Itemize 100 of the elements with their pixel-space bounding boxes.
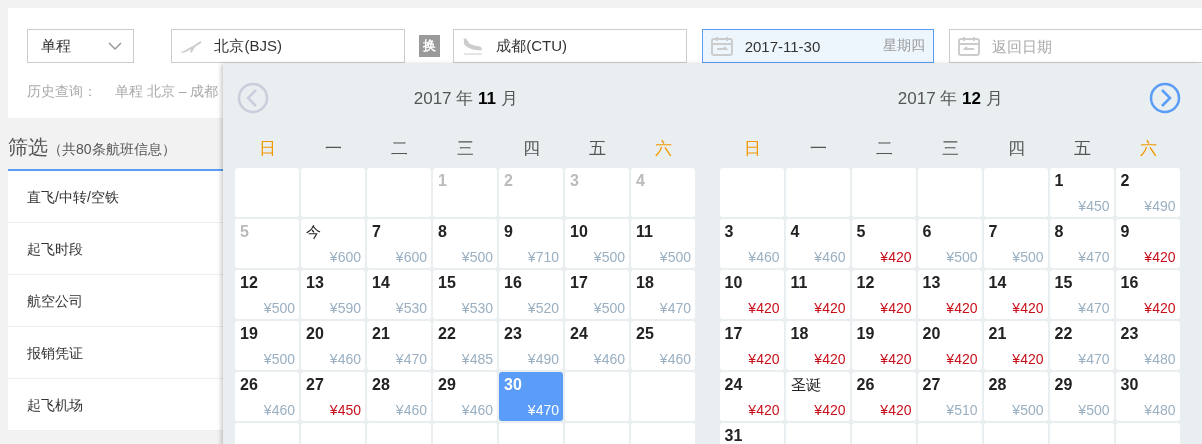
day-cell[interactable]: 圣诞 ¥420 <box>785 372 850 421</box>
day-cell[interactable]: 30 ¥480 <box>1115 372 1180 421</box>
day-cell[interactable]: 4 ¥460 <box>785 219 850 268</box>
price-label: ¥420 <box>946 300 978 316</box>
day-cell[interactable]: 25 ¥460 <box>631 321 695 370</box>
departure-city-field[interactable]: 北京(BJS) <box>171 29 405 63</box>
day-cell[interactable]: 9 ¥420 <box>1115 219 1180 268</box>
price-label: ¥710 <box>527 249 559 265</box>
day-cell[interactable]: 14 ¥420 <box>983 270 1048 319</box>
day-cell[interactable]: 27 ¥450 <box>301 372 365 421</box>
day-cell[interactable]: 18 ¥470 <box>631 270 695 319</box>
weekday-header: 三 <box>940 137 960 160</box>
price-label: ¥420 <box>748 300 780 316</box>
price-label: ¥460 <box>593 351 625 367</box>
weekday-header: 一 <box>808 137 828 160</box>
trip-type-select[interactable]: 单程 <box>27 29 135 63</box>
day-cell[interactable]: 20 ¥460 <box>301 321 365 370</box>
day-cell[interactable]: 16 ¥520 <box>499 270 563 319</box>
day-number: 8 <box>438 223 447 241</box>
price-label: ¥420 <box>880 249 912 265</box>
day-cell[interactable]: 29 ¥500 <box>1049 372 1114 421</box>
day-number: 23 <box>1120 325 1139 343</box>
day-number: 24 <box>724 376 743 394</box>
day-number: 14 <box>988 274 1007 292</box>
day-cell[interactable]: 7 ¥600 <box>367 219 431 268</box>
price-label: ¥420 <box>748 402 780 418</box>
day-cell[interactable]: 19 ¥420 <box>851 321 916 370</box>
price-label: ¥500 <box>946 249 978 265</box>
day-cell[interactable]: 15 ¥530 <box>433 270 497 319</box>
day-cell[interactable]: 2 ¥490 <box>1115 168 1180 217</box>
day-cell[interactable]: 26 ¥420 <box>851 372 916 421</box>
day-cell[interactable]: 28 ¥460 <box>367 372 431 421</box>
return-date-input[interactable]: 返回日期 <box>990 36 1194 56</box>
day-cell[interactable]: 10 ¥500 <box>565 219 629 268</box>
return-date-field[interactable]: 返回日期 <box>949 29 1202 63</box>
day-cell[interactable]: 28 ¥500 <box>983 372 1048 421</box>
day-number: 9 <box>504 223 513 241</box>
day-cell[interactable]: 23 ¥490 <box>499 321 563 370</box>
day-cell[interactable]: 3 ¥460 <box>719 219 784 268</box>
day-cell[interactable]: 17 ¥420 <box>719 321 784 370</box>
day-cell[interactable]: 24 ¥460 <box>565 321 629 370</box>
day-cell[interactable]: 15 ¥470 <box>1049 270 1114 319</box>
day-number: 28 <box>372 376 390 394</box>
day-cell[interactable]: 10 ¥420 <box>719 270 784 319</box>
day-number: 4 <box>790 223 800 241</box>
day-cell[interactable]: 26 ¥460 <box>235 372 299 421</box>
price-label: ¥480 <box>1144 351 1176 367</box>
day-cell[interactable]: 11 ¥420 <box>785 270 850 319</box>
day-number: 5 <box>856 223 866 241</box>
day-cell[interactable]: 13 ¥590 <box>301 270 365 319</box>
day-cell[interactable]: 6 ¥500 <box>917 219 982 268</box>
day-cell[interactable]: 21 ¥470 <box>367 321 431 370</box>
day-cell[interactable]: 18 ¥420 <box>785 321 850 370</box>
day-number: 10 <box>724 274 743 292</box>
price-label: ¥530 <box>461 300 493 316</box>
price-label: ¥420 <box>748 351 780 367</box>
next-month-button[interactable] <box>1149 82 1181 114</box>
price-label: ¥500 <box>593 300 625 316</box>
day-cell[interactable]: 5 ¥420 <box>851 219 916 268</box>
day-cell[interactable]: 31 <box>719 423 784 444</box>
day-cell[interactable]: 24 ¥420 <box>719 372 784 421</box>
day-cell[interactable]: 8 ¥470 <box>1049 219 1114 268</box>
day-number: 13 <box>306 274 324 292</box>
price-label: ¥460 <box>659 351 691 367</box>
day-cell[interactable]: 23 ¥480 <box>1115 321 1180 370</box>
price-label: ¥470 <box>1078 249 1110 265</box>
day-cell[interactable]: 12 ¥500 <box>235 270 299 319</box>
weekday-header: 四 <box>1006 137 1026 160</box>
day-cell[interactable]: 7 ¥500 <box>983 219 1048 268</box>
price-label: ¥600 <box>395 249 427 265</box>
day-cell[interactable]: 20 ¥420 <box>917 321 982 370</box>
day-cell[interactable]: 13 ¥420 <box>917 270 982 319</box>
day-number: 10 <box>570 223 588 241</box>
arrival-city-field[interactable]: 成都(CTU) <box>453 29 687 63</box>
day-number: 7 <box>988 223 998 241</box>
day-cell[interactable]: 22 ¥485 <box>433 321 497 370</box>
filter-title: 筛选 <box>8 135 48 160</box>
calendar-icon <box>710 36 733 56</box>
day-number: 17 <box>724 325 743 343</box>
day-cell[interactable]: 今 ¥600 <box>301 219 365 268</box>
day-number: 22 <box>438 325 456 343</box>
day-cell[interactable]: 1 ¥450 <box>1049 168 1114 217</box>
day-cell[interactable]: 21 ¥420 <box>983 321 1048 370</box>
day-number: 16 <box>1120 274 1139 292</box>
day-cell[interactable]: 19 ¥500 <box>235 321 299 370</box>
day-cell[interactable]: 12 ¥420 <box>851 270 916 319</box>
day-cell[interactable]: 22 ¥470 <box>1049 321 1114 370</box>
day-cell[interactable]: 17 ¥500 <box>565 270 629 319</box>
day-cell[interactable]: 29 ¥460 <box>433 372 497 421</box>
price-label: ¥450 <box>329 402 361 418</box>
day-cell[interactable]: 8 ¥500 <box>433 219 497 268</box>
price-label: ¥420 <box>1144 300 1176 316</box>
depart-date-field[interactable]: 2017-11-30 星期四 <box>701 29 934 63</box>
day-number: 27 <box>306 376 324 394</box>
day-cell[interactable]: 14 ¥530 <box>367 270 431 319</box>
day-cell[interactable]: 27 ¥510 <box>917 372 982 421</box>
day-cell[interactable]: 9 ¥710 <box>499 219 563 268</box>
day-cell[interactable]: 16 ¥420 <box>1115 270 1180 319</box>
day-cell[interactable]: 11 ¥500 <box>631 219 695 268</box>
previous-month-button[interactable] <box>237 82 269 114</box>
